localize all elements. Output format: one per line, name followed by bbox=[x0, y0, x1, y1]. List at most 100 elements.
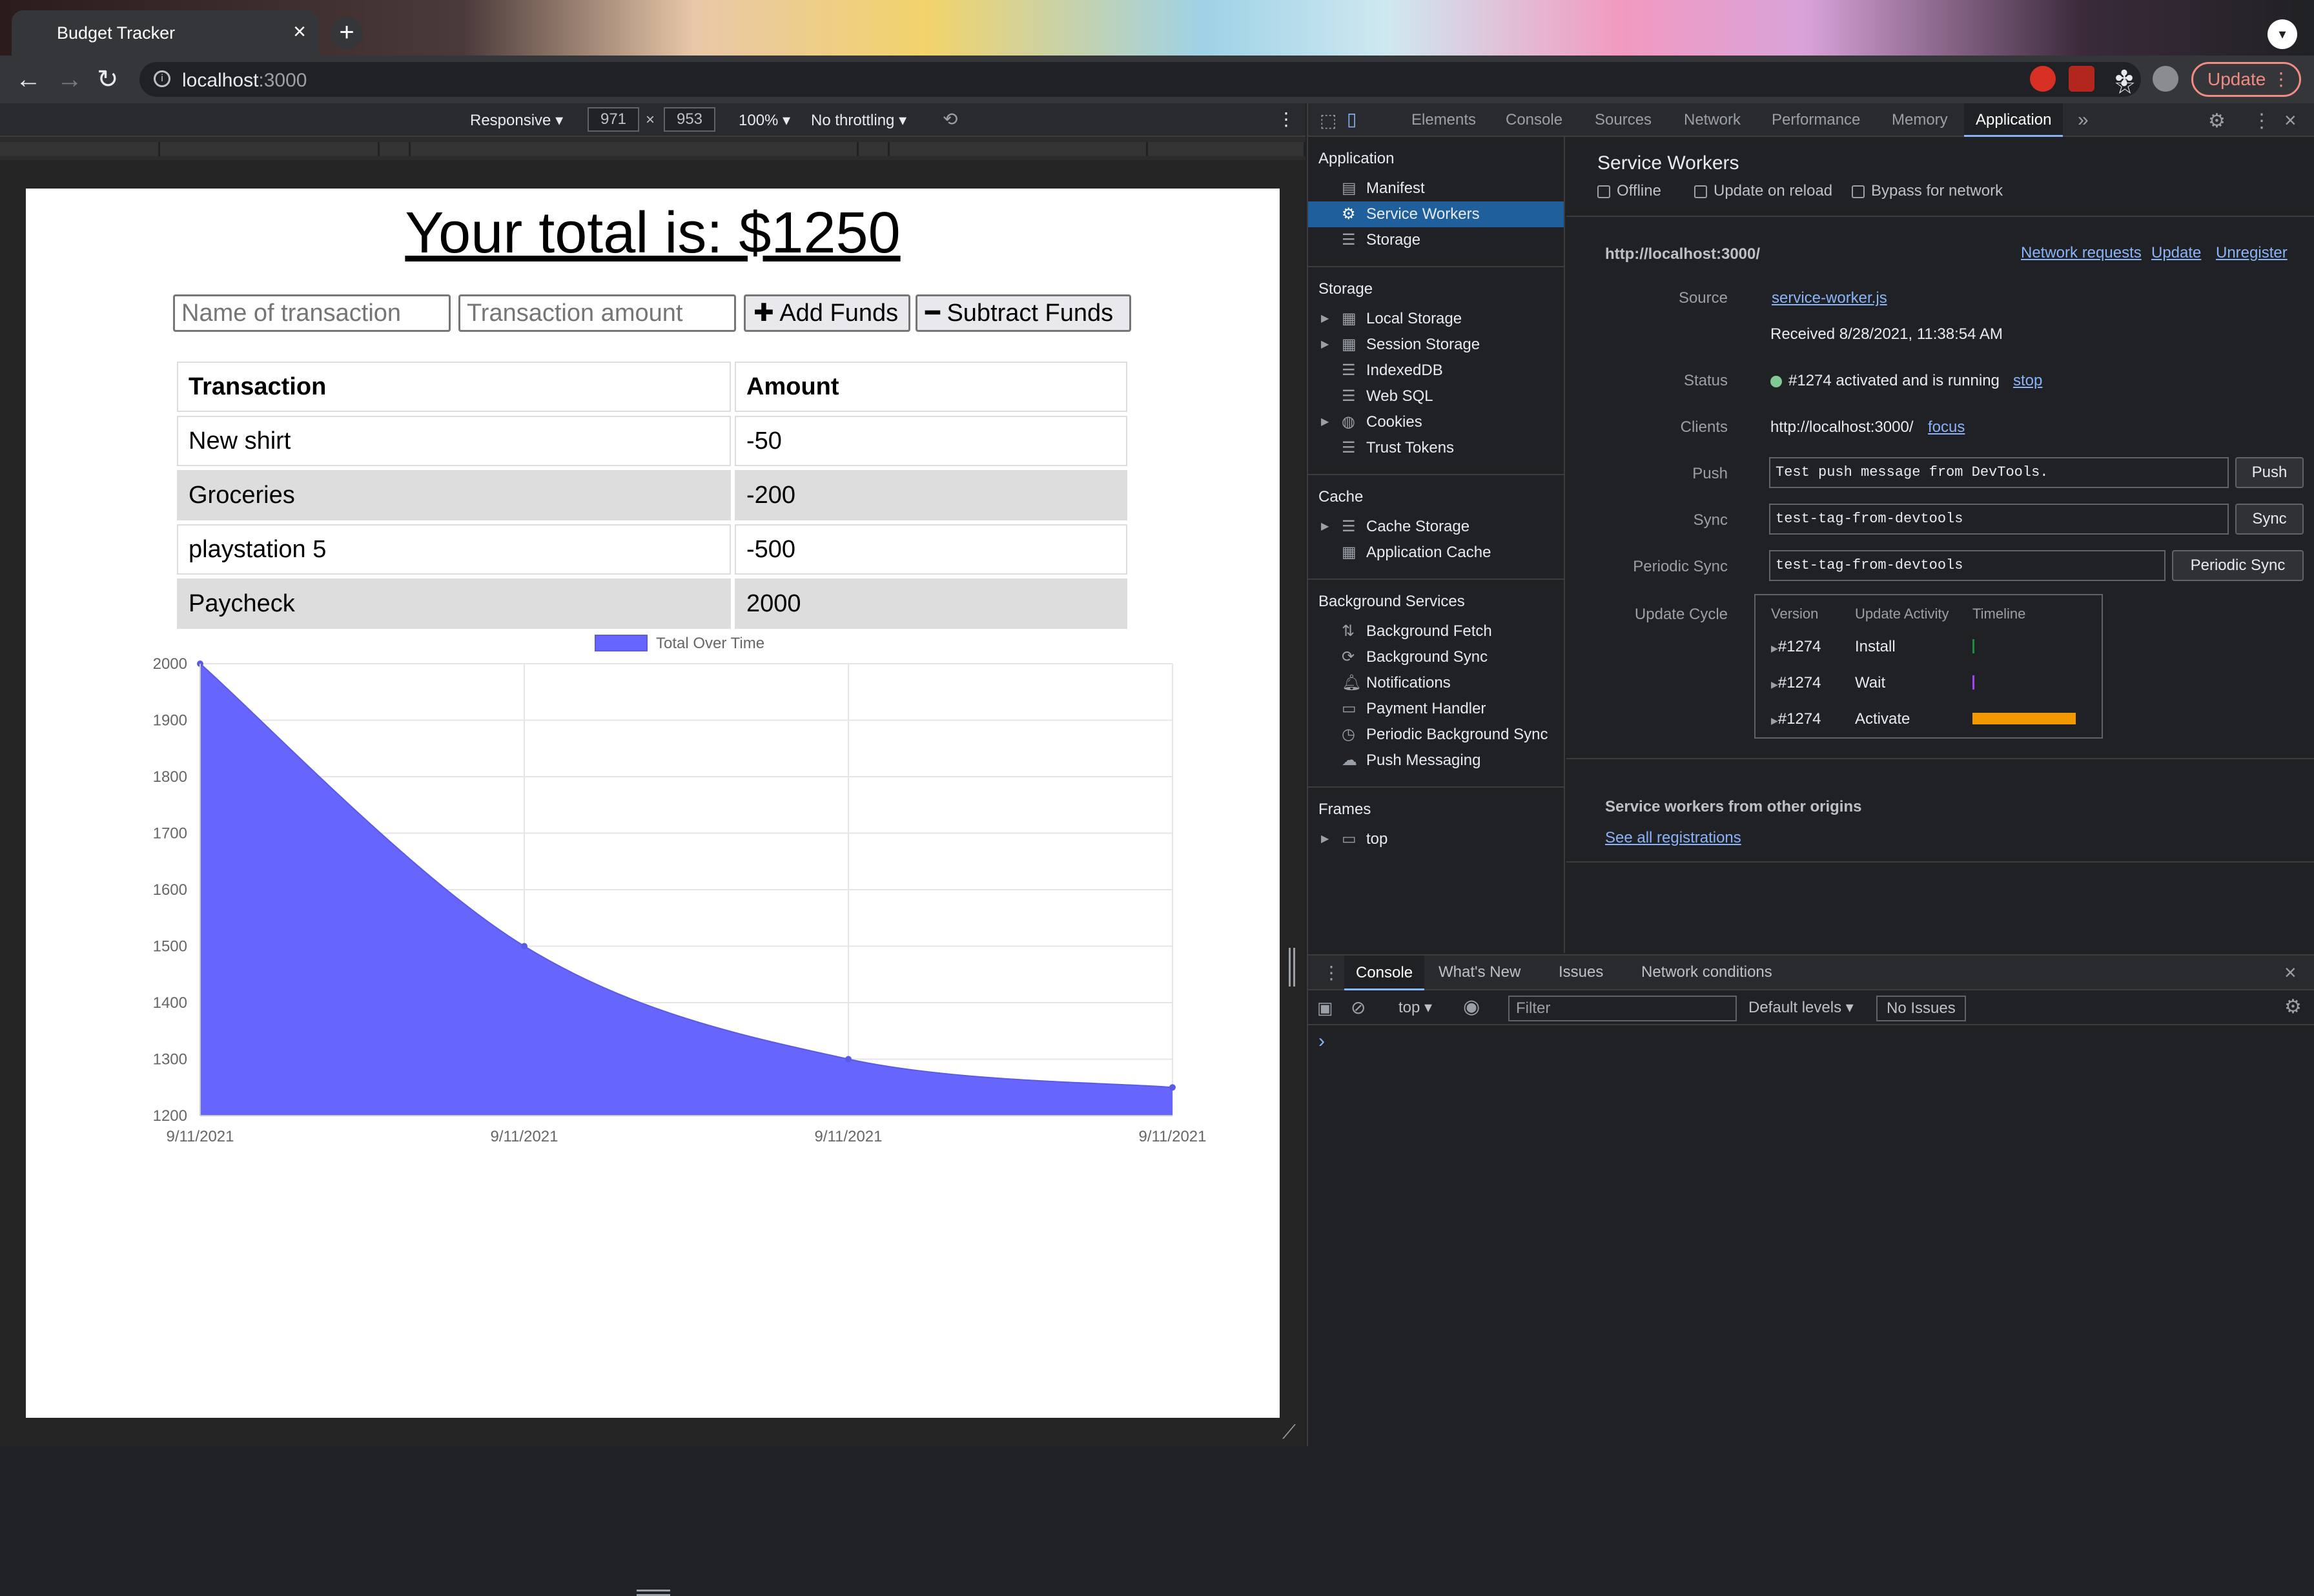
sync-button[interactable]: Sync bbox=[2235, 504, 2304, 535]
extension-arrow-icon[interactable] bbox=[2069, 66, 2094, 92]
viewport-height-input[interactable]: 953 bbox=[664, 107, 715, 132]
cycle-row-version[interactable]: ▶#1274 bbox=[1771, 674, 1821, 692]
tab-console[interactable]: Console bbox=[1506, 103, 1562, 137]
console-settings-gear-icon[interactable]: ⚙ bbox=[2284, 996, 2302, 1018]
focus-link[interactable]: focus bbox=[1928, 418, 1965, 436]
push-message-input[interactable]: Test push message from DevTools. bbox=[1769, 457, 2229, 488]
y-tick-label: 1300 bbox=[153, 1051, 187, 1069]
sidebar-item-push-messaging[interactable]: ☁ Push Messaging bbox=[1338, 748, 1564, 773]
avatar[interactable] bbox=[2153, 66, 2178, 92]
bypass-network-checkbox[interactable]: Bypass for network bbox=[1852, 182, 2003, 200]
tab-sources[interactable]: Sources bbox=[1595, 103, 1652, 137]
transaction-amount-input[interactable]: Transaction amount bbox=[458, 294, 736, 332]
update-on-reload-checkbox[interactable]: Update on reload bbox=[1694, 182, 1832, 200]
cycle-col-version: Version bbox=[1771, 606, 1819, 622]
stop-link[interactable]: stop bbox=[2013, 372, 2042, 390]
extension-shield-icon[interactable] bbox=[2030, 66, 2056, 92]
devtools-menu-icon[interactable]: ⋮ bbox=[2252, 110, 2271, 132]
see-all-registrations-link[interactable]: See all registrations bbox=[1605, 829, 1741, 847]
console-filter-input[interactable]: Filter bbox=[1508, 996, 1737, 1021]
rotate-icon[interactable]: ⟲ bbox=[943, 108, 957, 130]
inspect-element-icon[interactable]: ⬚ bbox=[1320, 110, 1336, 131]
data-point bbox=[1169, 1084, 1176, 1091]
console-prompt[interactable]: › bbox=[1318, 1030, 1325, 1052]
sidebar-item-service-workers[interactable]: ⚙ Service Workers bbox=[1308, 201, 1564, 227]
drawer-menu-icon[interactable]: ⋮ bbox=[1322, 962, 1340, 983]
sidebar-item-notifications[interactable]: 🔔︎ Notifications bbox=[1338, 670, 1564, 696]
context-dropdown[interactable]: top ▾ bbox=[1398, 998, 1432, 1017]
address-bar[interactable]: i localhost:3000 ☆ bbox=[139, 62, 2141, 99]
device-mode-dropdown[interactable]: Responsive ▾ bbox=[470, 111, 563, 130]
sidebar-item-background-sync[interactable]: ⟳ Background Sync bbox=[1338, 644, 1564, 670]
clear-console-icon[interactable]: ⊘ bbox=[1351, 997, 1366, 1018]
sidebar-item-storage[interactable]: ☰ Storage bbox=[1338, 227, 1564, 253]
sidebar-item-indexeddb[interactable]: ☰ IndexedDB bbox=[1338, 358, 1564, 384]
eye-icon[interactable]: ◉ bbox=[1463, 996, 1480, 1018]
settings-gear-icon[interactable]: ⚙ bbox=[2208, 110, 2226, 132]
update-link[interactable]: Update bbox=[2151, 244, 2201, 262]
chrome-update-button[interactable]: Update ⋮ bbox=[2191, 62, 2301, 97]
tab-performance[interactable]: Performance bbox=[1772, 103, 1860, 137]
tab-elements[interactable]: Elements bbox=[1411, 103, 1476, 137]
sidebar-item-frame-top[interactable]: ▶ ▭ top bbox=[1321, 826, 1564, 852]
sidebar-item-session-storage[interactable]: ▶ ▦ Session Storage bbox=[1321, 332, 1564, 358]
periodic-sync-tag-input[interactable]: test-tag-from-devtools bbox=[1769, 550, 2166, 581]
sidebar-item-background-fetch[interactable]: ⇅ Background Fetch bbox=[1338, 619, 1564, 644]
new-tab-icon[interactable]: + bbox=[331, 17, 363, 49]
close-devtools-icon[interactable]: × bbox=[2284, 108, 2297, 132]
more-tabs-icon[interactable]: » bbox=[2078, 103, 2089, 137]
close-drawer-icon[interactable]: × bbox=[2284, 961, 2297, 985]
transactions-table: Transaction Amount New shirt -50 Groceri… bbox=[173, 358, 1131, 633]
throttling-dropdown[interactable]: No throttling ▾ bbox=[811, 111, 906, 130]
back-icon[interactable]: ← bbox=[15, 65, 41, 94]
sidebar-item-payment-handler[interactable]: ▭ Payment Handler bbox=[1338, 696, 1564, 722]
cycle-row-version[interactable]: ▶#1274 bbox=[1771, 710, 1821, 728]
sidebar-item-cookies[interactable]: ▶ ◍ Cookies bbox=[1321, 409, 1564, 435]
reload-icon[interactable]: ↻ bbox=[97, 65, 119, 94]
viewport-resize-handle-bottom[interactable] bbox=[637, 1590, 670, 1596]
status-dot-icon bbox=[1770, 376, 1782, 387]
tab-memory[interactable]: Memory bbox=[1892, 103, 1948, 137]
sidebar-item-trust-tokens[interactable]: ☰ Trust Tokens bbox=[1338, 435, 1564, 461]
drawer-tab-issues[interactable]: Issues bbox=[1559, 956, 1603, 989]
y-tick-label: 1700 bbox=[153, 825, 187, 843]
transaction-name-input[interactable]: Name of transaction bbox=[173, 294, 451, 332]
sidebar-item-periodic-background-sync[interactable]: ◷ Periodic Background Sync bbox=[1338, 722, 1564, 748]
device-toggle-icon[interactable]: ▯ bbox=[1347, 108, 1357, 130]
offline-checkbox[interactable]: Offline bbox=[1597, 182, 1661, 200]
drawer-tab-network-conditions[interactable]: Network conditions bbox=[1641, 956, 1772, 989]
push-button[interactable]: Push bbox=[2235, 457, 2304, 488]
viewport-width-input[interactable]: 971 bbox=[588, 107, 639, 132]
forward-icon[interactable]: → bbox=[57, 65, 83, 94]
tab-application[interactable]: Application bbox=[1964, 103, 2063, 137]
drawer-tab-whats-new[interactable]: What's New bbox=[1439, 956, 1520, 989]
log-levels-dropdown[interactable]: Default levels ▾ bbox=[1748, 998, 1854, 1017]
sidebar-item-application-cache[interactable]: ▦ Application Cache bbox=[1338, 540, 1564, 566]
media-query-bar[interactable] bbox=[0, 137, 1305, 160]
sidebar-item-cache-storage[interactable]: ▶ ☰ Cache Storage bbox=[1321, 514, 1564, 540]
viewport-resize-corner-icon[interactable]: ⟋ bbox=[1282, 1422, 1296, 1444]
viewport-resize-handle-right[interactable] bbox=[1289, 948, 1295, 987]
cycle-row-version[interactable]: ▶#1274 bbox=[1771, 638, 1821, 656]
source-file-link[interactable]: service-worker.js bbox=[1772, 289, 1887, 307]
issues-badge[interactable]: No Issues bbox=[1876, 996, 1966, 1021]
show-sidebar-icon[interactable]: ▣ bbox=[1317, 998, 1333, 1018]
sidebar-item-local-storage[interactable]: ▶ ▦ Local Storage bbox=[1321, 306, 1564, 332]
device-toolbar-menu-icon[interactable]: ⋮ bbox=[1277, 108, 1295, 130]
drawer-tab-console[interactable]: Console bbox=[1344, 956, 1425, 990]
extensions-puzzle-icon[interactable]: ✤ bbox=[2111, 66, 2137, 92]
periodic-sync-button[interactable]: Periodic Sync bbox=[2172, 550, 2304, 581]
network-requests-link[interactable]: Network requests bbox=[2021, 244, 2142, 262]
zoom-dropdown[interactable]: 100% ▾ bbox=[739, 111, 790, 130]
tab-network[interactable]: Network bbox=[1684, 103, 1741, 137]
sidebar-item-manifest[interactable]: ▤ Manifest bbox=[1338, 176, 1564, 201]
close-tab-icon[interactable]: × bbox=[293, 19, 306, 45]
tab-search-icon[interactable]: ▾ bbox=[2268, 19, 2297, 49]
sidebar-item-web-sql[interactable]: ☰ Web SQL bbox=[1338, 384, 1564, 409]
sync-tag-input[interactable]: test-tag-from-devtools bbox=[1769, 504, 2229, 535]
unregister-link[interactable]: Unregister bbox=[2216, 244, 2288, 262]
add-funds-button[interactable]: ✚ Add Funds bbox=[744, 294, 910, 332]
subtract-funds-button[interactable]: ━ Subtract Funds bbox=[916, 294, 1131, 332]
site-info-icon[interactable]: i bbox=[154, 70, 170, 87]
browser-tab[interactable]: Budget Tracker × bbox=[12, 10, 319, 56]
